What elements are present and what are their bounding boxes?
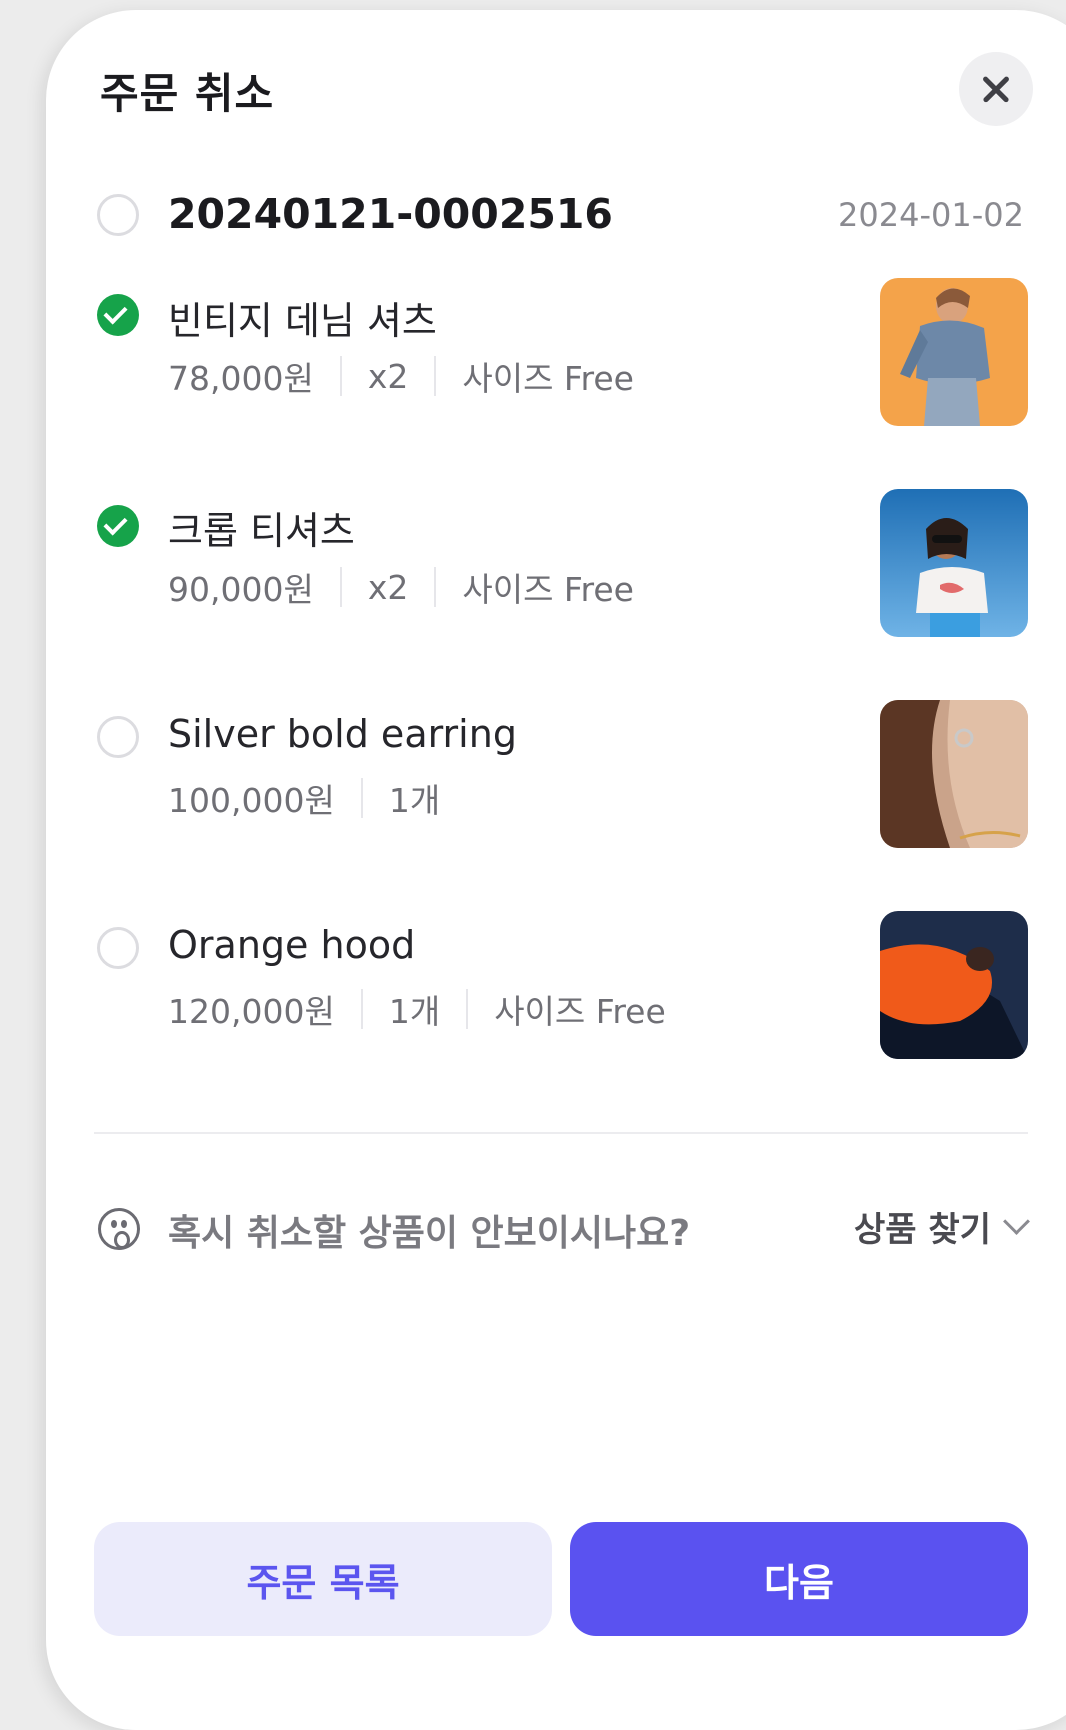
modal-title: 주문 취소 [100, 69, 275, 118]
divider [360, 989, 363, 1029]
item-price: 78,000원 [168, 359, 314, 398]
item-meta: 78,000원 x2 사이즈 Free [168, 354, 634, 398]
product-thumbnail [880, 489, 1028, 637]
item-checkbox[interactable] [97, 716, 139, 758]
item-option: 사이즈 Free [462, 359, 634, 398]
item-option: 사이즈 Free [494, 992, 666, 1031]
item-price: 90,000원 [168, 570, 314, 609]
item-name: Orange hood [168, 923, 416, 967]
order-number: 20240121-0002516 [168, 190, 613, 238]
surprised-face-icon [98, 1208, 140, 1250]
order-date: 2024-01-02 [838, 196, 1024, 234]
product-thumbnail [880, 911, 1028, 1059]
item-meta: 100,000원 1개 [168, 776, 440, 820]
divider [339, 567, 342, 607]
order-checkbox[interactable] [97, 194, 139, 236]
item-option: 사이즈 Free [462, 570, 634, 609]
item-name: Silver bold earring [168, 712, 517, 756]
next-button[interactable]: 다음 [570, 1522, 1028, 1636]
find-product-button[interactable]: 상품 찾기 [854, 1202, 1030, 1251]
cancel-order-modal [46, 10, 1066, 1730]
item-price: 100,000원 [168, 781, 335, 820]
divider [434, 356, 437, 396]
divider [466, 989, 469, 1029]
item-price: 120,000원 [168, 992, 335, 1031]
item-name: 빈티지 데님 셔츠 [168, 299, 437, 343]
chevron-down-icon [1003, 1208, 1030, 1235]
item-checkbox[interactable] [97, 294, 139, 336]
close-button[interactable] [959, 52, 1033, 126]
divider [434, 567, 437, 607]
section-divider [94, 1132, 1028, 1134]
item-quantity: x2 [367, 356, 409, 396]
item-quantity: 1개 [388, 781, 441, 820]
item-quantity: 1개 [388, 992, 441, 1031]
product-thumbnail [880, 700, 1028, 848]
divider [360, 778, 363, 818]
product-thumbnail [880, 278, 1028, 426]
item-quantity: x2 [367, 567, 409, 607]
item-meta: 90,000원 x2 사이즈 Free [168, 565, 634, 609]
item-name: 크롭 티셔츠 [168, 509, 355, 553]
item-checkbox[interactable] [97, 927, 139, 969]
item-meta: 120,000원 1개 사이즈 Free [168, 987, 666, 1031]
order-list-button[interactable]: 주문 목록 [94, 1522, 552, 1636]
divider [339, 356, 342, 396]
item-checkbox[interactable] [97, 505, 139, 547]
help-text: 혹시 취소할 상품이 안보이시나요? [168, 1213, 691, 1254]
find-product-label: 상품 찾기 [854, 1210, 991, 1250]
